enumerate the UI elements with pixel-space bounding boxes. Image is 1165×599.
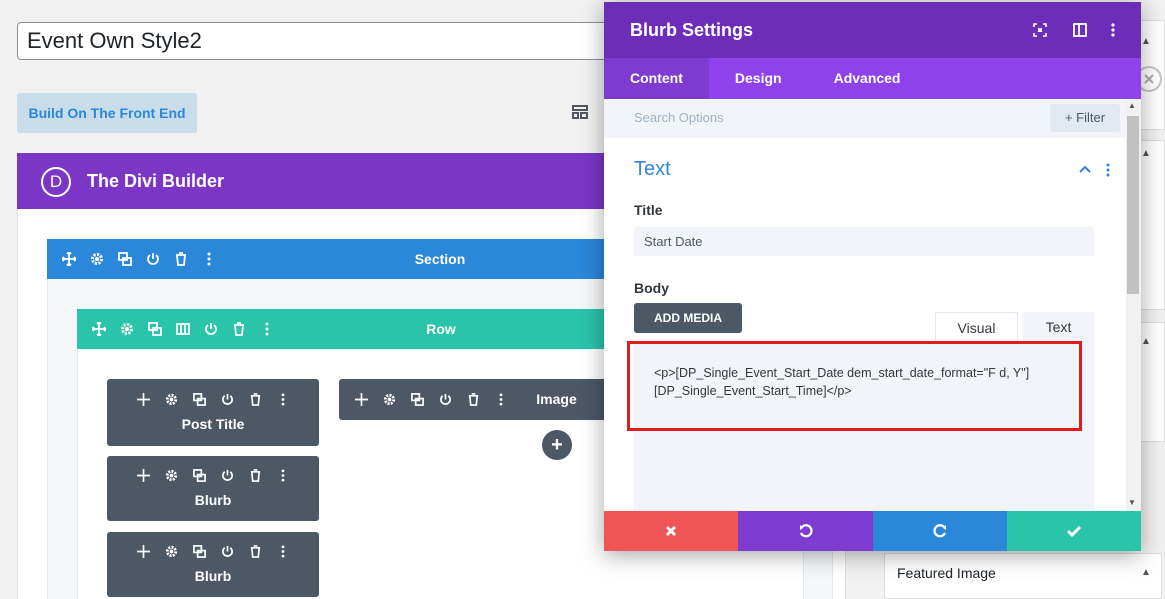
divi-builder-title: The Divi Builder [87, 171, 225, 191]
save-button[interactable] [1007, 511, 1141, 551]
title-field-input[interactable]: Start Date [634, 227, 1094, 256]
sidebar-arrow-1[interactable]: ▲ [1141, 36, 1151, 47]
module-toolbar [107, 388, 319, 410]
redo-icon [933, 524, 947, 538]
modal-title: Blurb Settings [630, 20, 754, 40]
gear-icon[interactable] [157, 388, 185, 410]
move-icon[interactable] [129, 388, 157, 410]
section-bar[interactable]: Section [47, 239, 627, 279]
more-icon[interactable] [195, 239, 223, 279]
search-options-input[interactable]: Search Options [634, 110, 724, 126]
gear-icon[interactable] [83, 239, 111, 279]
duplicate-icon[interactable] [111, 239, 139, 279]
move-icon[interactable] [347, 388, 375, 410]
split-view-icon[interactable] [1072, 22, 1088, 38]
tab-content[interactable]: Content [604, 58, 709, 99]
duplicate-icon[interactable] [141, 309, 169, 349]
module-label: Blurb [194, 568, 232, 584]
power-icon[interactable] [213, 388, 241, 410]
module-post-title[interactable]: Post Title [107, 379, 319, 446]
duplicate-icon[interactable] [185, 464, 213, 486]
more-icon[interactable] [269, 388, 297, 410]
move-icon[interactable] [55, 239, 83, 279]
more-icon[interactable] [269, 464, 297, 486]
post-title-input[interactable]: Event Own Style2 [17, 22, 617, 60]
section-toolbar [55, 239, 223, 279]
redo-button[interactable] [873, 511, 1007, 551]
row-toolbar [85, 309, 281, 349]
sidebar-arrow-3[interactable]: ▲ [1141, 336, 1151, 347]
module-toolbar [347, 388, 515, 410]
editor-tab-visual[interactable]: Visual [935, 312, 1018, 342]
group-more-icon[interactable] [1106, 163, 1110, 177]
module-toolbar [107, 464, 319, 486]
title-field-label: Title [634, 202, 663, 218]
tab-advanced[interactable]: Advanced [808, 58, 927, 99]
module-blurb[interactable]: Blurb [107, 532, 319, 597]
highlight-box [627, 341, 1082, 431]
move-icon[interactable] [129, 464, 157, 486]
check-icon [1066, 525, 1082, 537]
layout-icon[interactable] [571, 103, 591, 123]
columns-icon[interactable] [169, 309, 197, 349]
more-icon[interactable] [253, 309, 281, 349]
sidebar-arrow-2[interactable]: ▲ [1141, 148, 1151, 159]
featured-image-toggle-icon[interactable]: ▲ [1141, 567, 1151, 578]
duplicate-icon[interactable] [403, 388, 431, 410]
trash-icon[interactable] [225, 309, 253, 349]
module-toolbar [107, 540, 319, 562]
sidebar-panel-mid [1139, 140, 1165, 310]
trash-icon[interactable] [459, 388, 487, 410]
undo-icon [799, 524, 813, 538]
module-label: Blurb [194, 492, 232, 508]
modal-tabs: Content Design Advanced [604, 58, 1141, 99]
module-label: Image [536, 391, 577, 407]
duplicate-icon[interactable] [185, 540, 213, 562]
module-blurb[interactable]: Blurb [107, 456, 319, 521]
scrollbar-thumb[interactable] [1127, 116, 1139, 294]
scroll-down-icon[interactable]: ▼ [1128, 498, 1136, 507]
body-field-label: Body [634, 280, 669, 296]
fullscreen-icon[interactable] [1032, 22, 1048, 38]
gear-icon[interactable] [157, 540, 185, 562]
section-label: Section [414, 251, 466, 267]
editor-tab-text[interactable]: Text [1023, 312, 1094, 342]
add-media-button[interactable]: ADD MEDIA [634, 303, 742, 333]
build-front-end-button[interactable]: Build On The Front End [17, 93, 197, 133]
gear-icon[interactable] [113, 309, 141, 349]
row-label: Row [426, 321, 456, 337]
gear-icon[interactable] [375, 388, 403, 410]
close-icon [665, 525, 677, 537]
modal-more-icon[interactable] [1111, 22, 1115, 38]
power-icon[interactable] [213, 464, 241, 486]
divi-logo: D [41, 167, 71, 197]
power-icon[interactable] [431, 388, 459, 410]
gear-icon[interactable] [157, 464, 185, 486]
module-image[interactable]: Image [339, 379, 609, 420]
power-icon[interactable] [197, 309, 225, 349]
trash-icon[interactable] [241, 464, 269, 486]
power-icon[interactable] [213, 540, 241, 562]
scroll-up-icon[interactable]: ▲ [1128, 101, 1136, 110]
duplicate-icon[interactable] [185, 388, 213, 410]
collapse-chevron-icon[interactable] [1079, 165, 1091, 173]
more-icon[interactable] [269, 540, 297, 562]
module-label: Post Title [181, 416, 245, 432]
row-bar[interactable]: Row [77, 309, 627, 349]
cancel-button[interactable] [604, 511, 738, 551]
undo-button[interactable] [738, 511, 873, 551]
trash-icon[interactable] [241, 540, 269, 562]
featured-image-label[interactable]: Featured Image [897, 564, 996, 582]
trash-icon[interactable] [167, 239, 195, 279]
add-module-button[interactable]: + [542, 430, 572, 460]
filter-button[interactable]: + Filter [1050, 104, 1120, 132]
text-group-title[interactable]: Text [634, 157, 671, 181]
power-icon[interactable] [139, 239, 167, 279]
more-icon[interactable] [487, 388, 515, 410]
move-icon[interactable] [85, 309, 113, 349]
trash-icon[interactable] [241, 388, 269, 410]
move-icon[interactable] [129, 540, 157, 562]
tab-design[interactable]: Design [709, 58, 808, 99]
